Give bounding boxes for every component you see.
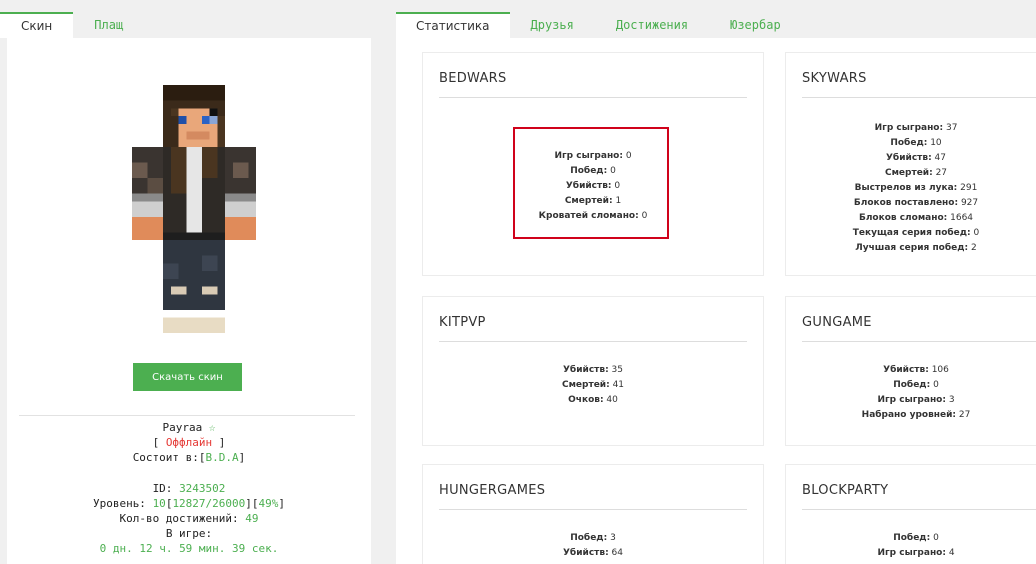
stat-row: Выстрелов из лука: 291 xyxy=(854,183,978,193)
stats-list: Убийств: 106 Побед: 0 Игр сыграно: 3 Наб… xyxy=(770,363,1036,423)
card-title: GUNGAME xyxy=(802,315,872,330)
tab-friends[interactable]: Друзья xyxy=(510,12,595,38)
player-name-row: Payraa ☆ xyxy=(7,420,371,435)
statistics-panel: BEDWARS Игр сыграно: 0 Побед: 0 Убийств:… xyxy=(396,38,1036,564)
card-blockparty: BLOCKPARTY Побед: 0 Игр сыграно: 4 xyxy=(785,464,1036,564)
stat-row: Игр сыграно: 3 xyxy=(877,395,955,405)
stat-row: Убийств: 35 xyxy=(562,365,623,375)
stat-row: Убийств: 64 xyxy=(562,548,623,558)
level-row: Уровень: 10[12827/26000][49%] xyxy=(92,497,286,510)
stat-row: Смертей: 27 xyxy=(884,168,948,178)
stat-row: Смертей: 41 xyxy=(561,380,625,390)
stat-row: Убийств: 47 xyxy=(885,153,946,163)
stats-list: Игр сыграно: 37 Побед: 10 Убийств: 47 См… xyxy=(770,121,1036,256)
card-kitpvp: KITPVP Убийств: 35 Смертей: 41 Очков: 40 xyxy=(422,296,764,446)
achievements-label: Кол-во достижений: xyxy=(119,512,239,525)
stat-row: Побед: 0 xyxy=(893,380,939,390)
stat-row: Набрано уровней: 27 xyxy=(861,410,971,420)
star-icon[interactable]: ☆ xyxy=(209,421,216,434)
skin-tabs: Скин Плащ xyxy=(0,12,144,38)
stat-row: Игр сыграно: 37 xyxy=(874,123,958,133)
card-skywars: SKYWARS Игр сыграно: 37 Побед: 10 Убийст… xyxy=(785,52,1036,276)
stats-list: Побед: 0 Игр сыграно: 4 xyxy=(770,531,1036,561)
card-title: HUNGERGAMES xyxy=(439,483,546,498)
card-title: KITPVP xyxy=(439,315,486,330)
id-row: ID: 3243502 xyxy=(7,481,371,496)
id-label: ID: xyxy=(152,482,173,495)
status-badge: Оффлайн xyxy=(165,436,213,449)
stat-row: Игр сыграно: 4 xyxy=(877,548,955,558)
tab-statistics[interactable]: Статистика xyxy=(396,12,510,38)
achievements-value: 49 xyxy=(245,512,259,525)
highlight-box xyxy=(513,127,669,239)
tab-skin[interactable]: Скин xyxy=(0,12,74,38)
tab-cape[interactable]: Плащ xyxy=(73,12,144,38)
xp-percent: 49% xyxy=(258,497,279,510)
stat-row: Побед: 0 xyxy=(893,533,939,543)
card-title: BLOCKPARTY xyxy=(802,483,889,498)
playtime-value: 0 дн. 12 ч. 59 мин. 39 сек. xyxy=(99,542,279,555)
card-title: BEDWARS xyxy=(439,71,507,86)
stat-row: Побед: 3 xyxy=(570,533,616,543)
achievements-row: Кол-во достижений: 49 xyxy=(7,511,371,526)
tab-achievements[interactable]: Достижения xyxy=(595,12,709,38)
xp-value: 12827/26000 xyxy=(172,497,246,510)
skin-panel: Скачать скин Payraa ☆ [ Оффлайн ] Состои… xyxy=(7,38,371,564)
clan-row: Состоит в:[B.D.A] xyxy=(132,451,246,464)
download-skin-button[interactable]: Скачать скин xyxy=(133,363,242,391)
stat-row: Блоков поставлено: 927 xyxy=(853,198,979,208)
stat-row: Лучшая серия побед: 2 xyxy=(855,243,977,253)
stats-list: Убийств: 35 Смертей: 41 Очков: 40 xyxy=(423,363,763,408)
card-bedwars: BEDWARS Игр сыграно: 0 Побед: 0 Убийств:… xyxy=(422,52,764,276)
tab-userbar[interactable]: Юзербар xyxy=(709,12,802,38)
clan-label: Состоит в: xyxy=(132,451,199,464)
stat-row: Очков: 40 xyxy=(568,395,618,405)
profile-info: Payraa ☆ [ Оффлайн ] Состоит в:[B.D.A] I… xyxy=(7,420,371,556)
clan-link[interactable]: B.D.A xyxy=(206,451,239,464)
stat-row: Убийств: 106 xyxy=(883,365,949,375)
stat-row: Блоков сломано: 1664 xyxy=(858,213,974,223)
skin-preview xyxy=(132,85,256,333)
stat-row: Текущая серия побед: 0 xyxy=(852,228,980,238)
card-gungame: GUNGAME Убийств: 106 Побед: 0 Игр сыгран… xyxy=(785,296,1036,446)
player-name: Payraa xyxy=(162,421,203,434)
level-label: Уровень: xyxy=(92,497,146,510)
stats-list: Побед: 3 Убийств: 64 xyxy=(423,531,763,561)
card-title: SKYWARS xyxy=(802,71,867,86)
id-value: 3243502 xyxy=(179,482,226,495)
card-hungergames: HUNGERGAMES Побед: 3 Убийств: 64 xyxy=(422,464,764,564)
stat-row: Побед: 10 xyxy=(890,138,942,148)
status-row: [ Оффлайн ] xyxy=(152,436,226,449)
profile-tabs: Статистика Друзья Достижения Юзербар xyxy=(396,12,802,38)
divider xyxy=(19,415,355,416)
level-value: 10 xyxy=(152,497,166,510)
playtime-label: В игре: xyxy=(165,527,213,540)
